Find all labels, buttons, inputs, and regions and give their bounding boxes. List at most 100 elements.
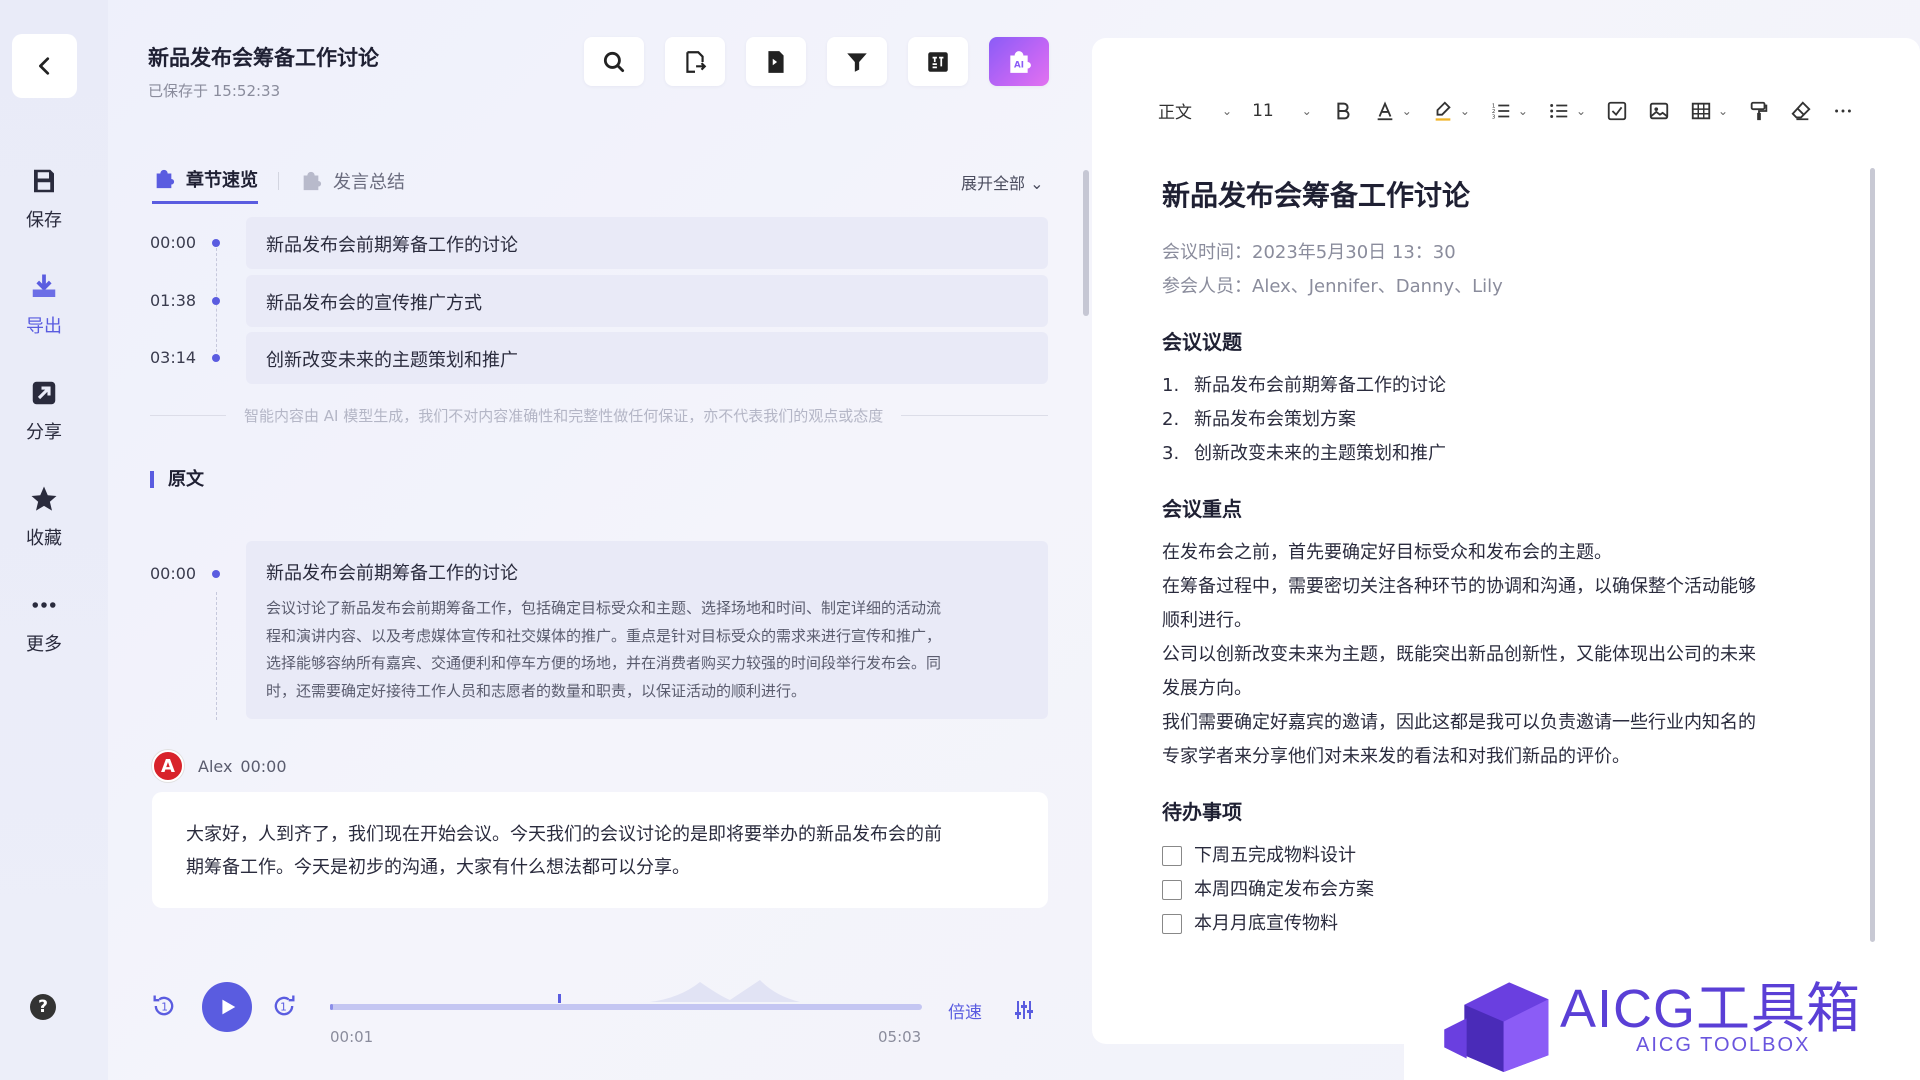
section-heading-original: 原文: [150, 471, 204, 489]
ordered-list-icon: 123: [1492, 103, 1510, 120]
chevron-down-icon: ⌄: [1222, 103, 1233, 118]
chapter-title[interactable]: 新品发布会前期筹备工作的讨论: [246, 217, 1048, 269]
checklist-button[interactable]: [1606, 100, 1628, 122]
audio-player: 1 1 00:01 05:03 倍速: [150, 980, 1048, 1060]
format-painter-button[interactable]: [1748, 100, 1770, 122]
sidebar-item-label: 更多: [26, 634, 62, 655]
bullet-list-button[interactable]: ⌄: [1548, 100, 1586, 122]
sidebar-item-more[interactable]: 更多: [0, 590, 88, 656]
aicg-logo-icon: [1444, 982, 1549, 1072]
chapter-title[interactable]: 创新改变未来的主题策划和推广: [246, 332, 1048, 384]
current-time: 00:01: [330, 1028, 374, 1046]
search-button[interactable]: [584, 37, 644, 86]
more-options-button[interactable]: [1832, 100, 1854, 122]
svg-text:1: 1: [280, 1002, 287, 1014]
translate-button[interactable]: [908, 37, 968, 86]
bold-button[interactable]: [1332, 100, 1354, 122]
sidebar-item-export[interactable]: 导出: [0, 272, 88, 338]
play-button[interactable]: [202, 982, 252, 1032]
tab-chapter-overview[interactable]: 章节速览: [152, 166, 258, 204]
chevron-down-icon: ⌄: [1301, 103, 1312, 118]
file-export-icon: [768, 50, 784, 73]
progress-track[interactable]: [330, 994, 922, 1010]
sidebar-item-label: 分享: [26, 422, 62, 443]
sidebar-item-share[interactable]: 分享: [0, 378, 88, 444]
text-style-select[interactable]: 正文 ⌄: [1158, 98, 1232, 123]
svg-text:AI: AI: [1014, 60, 1024, 70]
meeting-time: 会议时间：2023年5月30日 13：30: [1162, 242, 1456, 263]
font-color-button[interactable]: ⌄: [1374, 100, 1412, 122]
save-icon: [34, 169, 54, 193]
sidebar: 保存 导出 分享 收藏 更多 ?: [0, 0, 108, 1080]
document-title: 新品发布会筹备工作讨论: [1162, 179, 1471, 212]
insert-table-button[interactable]: ⌄: [1690, 100, 1728, 122]
equalizer-icon[interactable]: [1012, 998, 1036, 1022]
original-chapter-block: 新品发布会前期筹备工作的讨论 会议讨论了新品发布会前期筹备工作，包括确定目标受众…: [246, 541, 1048, 719]
todo-item: 本周四确定发布会方案: [1162, 873, 1862, 907]
chapter-time[interactable]: 01:38: [150, 291, 196, 310]
original-chapter-title: 新品发布会前期筹备工作的讨论: [266, 563, 518, 584]
chevron-down-icon: ⌄: [1718, 103, 1729, 118]
todo-checkbox[interactable]: [1162, 880, 1182, 900]
font-color-icon: [1377, 100, 1393, 120]
replace-button[interactable]: [665, 37, 725, 86]
tab-speech-summary[interactable]: 发言总结: [299, 168, 405, 203]
filter-button[interactable]: [827, 37, 887, 86]
ai-assistant-button[interactable]: AI: [989, 37, 1049, 86]
font-size-select[interactable]: 11 ⌄: [1252, 101, 1312, 121]
download-icon: [32, 274, 56, 297]
watermark-title: AICG工具箱: [1560, 979, 1862, 1039]
scrollbar[interactable]: [1870, 168, 1875, 942]
speaker-name: Alex: [198, 756, 233, 776]
table-icon: [1691, 102, 1711, 119]
sidebar-item-label: 导出: [26, 316, 62, 337]
original-time[interactable]: 00:00: [150, 564, 196, 583]
insert-image-button[interactable]: [1648, 100, 1670, 122]
format-painter-icon: [1750, 101, 1768, 120]
rewind-icon[interactable]: 1: [150, 992, 178, 1020]
chevron-down-icon: ⌄: [1030, 174, 1044, 193]
chapter-title[interactable]: 新品发布会的宣传推广方式: [246, 275, 1048, 327]
export-doc-button[interactable]: [746, 37, 806, 86]
sidebar-item-favorite[interactable]: 收藏: [0, 484, 88, 550]
todo-checkbox[interactable]: [1162, 846, 1182, 866]
forward-icon[interactable]: 1: [270, 992, 298, 1020]
watermark-subtitle: AICG TOOLBOX: [1636, 1034, 1811, 1056]
scrollbar[interactable]: [1083, 170, 1089, 316]
back-button[interactable]: [12, 34, 77, 98]
chapter-time[interactable]: 00:00: [150, 233, 196, 252]
sidebar-item-save[interactable]: 保存: [0, 166, 88, 232]
chapter-item[interactable]: 03:14 创新改变未来的主题策划和推广: [150, 332, 1048, 384]
search-icon: [603, 51, 625, 72]
list-item: 1. 新品发布会前期筹备工作的讨论: [1162, 375, 1446, 396]
document-replace-icon: [686, 50, 707, 73]
highlight-button[interactable]: ⌄: [1432, 100, 1470, 122]
todo-list: 下周五完成物料设计 本周四确定发布会方案 本月月底宣传物料: [1162, 839, 1862, 941]
chapter-item[interactable]: 01:38 新品发布会的宣传推广方式: [150, 275, 1048, 327]
chevron-left-icon: [38, 57, 49, 75]
expand-all-toggle[interactable]: 展开全部 ⌄: [961, 170, 1044, 194]
progress-marker[interactable]: [558, 994, 561, 1003]
page-title: 新品发布会筹备工作讨论: [148, 46, 379, 70]
svg-text:1: 1: [161, 1002, 168, 1014]
speed-button[interactable]: 倍速: [948, 998, 982, 1023]
chapter-item[interactable]: 00:00 新品发布会前期筹备工作的讨论: [150, 217, 1048, 269]
todo-item: 本月月底宣传物料: [1162, 907, 1862, 941]
list-item: 3. 创新改变未来的主题策划和推广: [1162, 443, 1446, 464]
avatar[interactable]: A: [152, 750, 184, 782]
ordered-list-button[interactable]: 1 2 3 ⌄: [1490, 100, 1528, 122]
help-icon[interactable]: ?: [30, 994, 56, 1020]
clear-format-button[interactable]: [1790, 100, 1812, 122]
more-icon: [1835, 109, 1851, 112]
chapter-time[interactable]: 03:14: [150, 348, 196, 367]
ai-icon: AI: [1010, 50, 1031, 73]
speaker-time[interactable]: 00:00: [240, 757, 286, 776]
sidebar-item-label: 收藏: [26, 528, 62, 549]
todo-checkbox[interactable]: [1162, 914, 1182, 934]
transcript-text[interactable]: 大家好，人到齐了，我们现在开始会议。今天我们的会议讨论的是即将要举办的新品发布会…: [152, 792, 1048, 908]
filter-icon: [847, 52, 867, 72]
play-icon: [222, 999, 236, 1015]
translate-icon: [928, 51, 948, 72]
total-time: 05:03: [878, 1028, 922, 1046]
document-editor[interactable]: 新品发布会筹备工作讨论 会议时间：2023年5月30日 13：30 参会人员：A…: [1162, 174, 1862, 941]
